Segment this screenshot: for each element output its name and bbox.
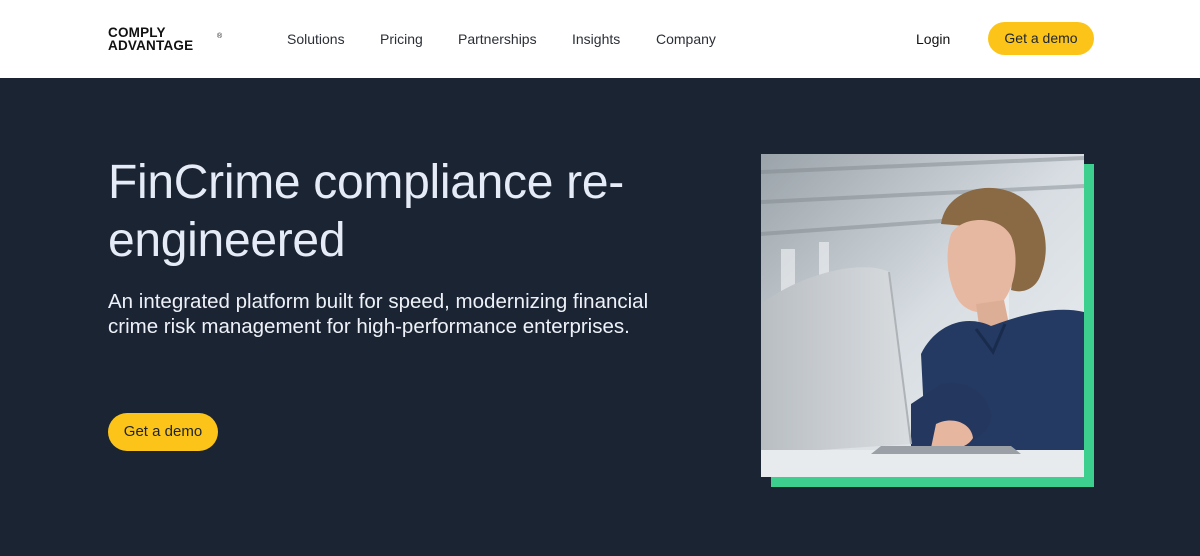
nav-item-solutions[interactable]: Solutions (287, 31, 345, 47)
hero-photo (761, 154, 1084, 477)
woman-laptop-illustration (761, 154, 1084, 477)
get-demo-hero-button[interactable]: Get a demo (108, 413, 218, 451)
get-demo-header-button[interactable]: Get a demo (988, 22, 1094, 55)
nav-item-insights[interactable]: Insights (572, 31, 620, 47)
nav-item-pricing[interactable]: Pricing (380, 31, 423, 47)
hero-title: FinCrime compliance re-engineered (108, 156, 624, 267)
site-header: COMPLY ADVANTAGE ® Solutions Pricing Par… (0, 0, 1200, 78)
login-link[interactable]: Login (916, 31, 950, 47)
hero-subtitle: An integrated platform built for speed, … (108, 290, 649, 338)
nav-item-company[interactable]: Company (656, 31, 716, 47)
nav-item-partnerships[interactable]: Partnerships (458, 31, 537, 47)
